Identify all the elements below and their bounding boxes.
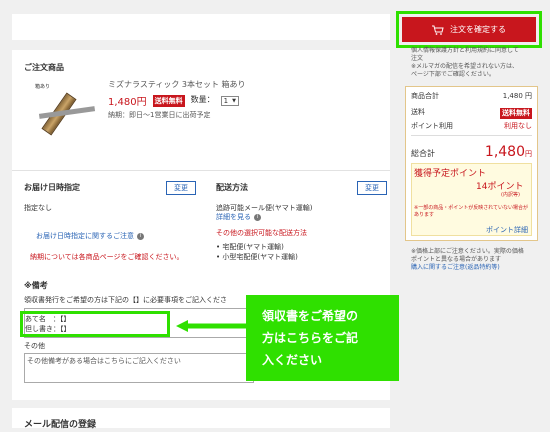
points-title: 獲得予定ポイント [414,169,487,179]
price-row: 1,480円 送料無料 数量： 1 ▼ [108,93,239,108]
delivery-date-note: 納期については各商品ページをご確認ください。 [30,253,184,261]
remarks-instruction: 領収書発行をご希望の方は下記の【】に必要事項をご記入くださ [24,296,227,304]
confirm-order-label: 注文を確定する [450,25,506,34]
callout-arrow [176,317,246,332]
shipping-details-text: 詳細を見る [216,213,251,221]
notice-line: 個人情報保護方針と利用規約に同意して [411,47,519,54]
info-icon: i [137,233,144,241]
other-remarks-textarea[interactable]: その他備考がある場合はこちらにご記入ください [24,353,254,383]
divider [12,170,390,171]
shipping-option-label: 小型宅配便(ヤマト運輸) [222,253,298,261]
shipping-option: • 宅配便(ヤマト運輸) [216,243,284,251]
shipping-option-label: 宅配便(ヤマト運輸) [222,243,284,251]
purchase-notice-link[interactable]: 購入に関するご注意(返品特約等) [411,264,546,272]
callout-line: 入ください [262,353,323,367]
shipping-details-link[interactable]: 詳細を見る i [216,213,261,222]
shipping-option: • 小型宅配便(ヤマト運輸) [216,253,298,261]
notice-text: 個人情報保護方針と利用規約に同意して 注文 ※メルマガの配信を希望されない方は、… [411,47,541,79]
shipping-other-title: その他の選択可能な配送方法 [216,229,307,237]
delivery-note: 納期：即日〜1営業日に出荷予定 [108,111,211,119]
notice-line: ページ下部でご確認ください。 [411,71,495,79]
shipping-change-button[interactable]: 変更 [357,181,387,195]
summary-row-points: ポイント利用 利用なし [411,122,532,131]
summary-divider [411,135,532,136]
delivery-date-info-link[interactable]: お届け日時指定に関するご注意 i [36,232,144,241]
footer-note-line: ※価格上部にご注意ください。実際の価格 [411,248,524,255]
qty-value: 1 [223,96,229,105]
callout-line: 方はこちらをご記 [262,331,359,345]
free-shipping-badge: 送料無料 [152,94,185,107]
delivery-date-change-button[interactable]: 変更 [166,181,196,195]
summary-label: 送料 [411,108,425,116]
summary-row-subtotal: 商品合計 1,480 円 [411,92,532,101]
notice-line: 注文 [411,55,424,63]
product-thumb-label: 箱あり [35,84,51,90]
order-items-title: ご注文商品 [24,63,64,72]
shipping-title: 配送方法 [216,183,248,192]
bottom-card: メール配信の登録 [12,408,390,430]
cart-icon [432,25,444,35]
shipping-method: 追跡可能メール便(ヤマト運輸) [216,204,313,212]
bottom-card-title: メール配信の登録 [24,420,97,430]
product-name[interactable]: ミズナラスティック 3本セット 箱あり [108,80,246,90]
qty-label: 数量： [190,95,215,105]
delivery-date-info-text: お届け日時指定に関するご注意 [36,232,134,240]
total-value: 1,480 [484,144,525,160]
other-label: その他 [24,342,45,350]
total-value-wrap: 1,480円 [485,141,532,160]
top-card [12,14,390,40]
callout-line: 領収書をご希望の [262,309,359,323]
arrow-left-icon [176,320,246,332]
delivery-date-title: お届け日時指定 [24,183,80,192]
price-footer-note: ※価格上部にご注意ください。実際の価格 ポイントと異なる場合があります 購入に関… [411,248,546,272]
delivery-date-value: 指定なし [24,204,52,212]
product-thumbnail: 箱あり [35,84,97,136]
total-label: 総合計 [411,149,435,158]
summary-label: ポイント利用 [411,122,453,130]
summary-label: 商品合計 [411,92,439,100]
points-sub: (内訳等) [501,192,520,198]
footer-note-line: ポイントと異なる場合があります [411,256,502,264]
product-price: 1,480円 [108,97,147,108]
receipt-line-name: あて名 ：【】 [25,315,71,323]
free-shipping-badge: 送料無料 [500,108,532,120]
receipt-line-note: 但し書き：【】 [25,325,71,333]
receipt-callout: 領収書をご希望の 方はこちらをご記 入ください [246,295,399,381]
summary-value: 利用なし [504,122,532,130]
summary-row-shipping: 送料 送料無料 [411,108,532,120]
remarks-title: ※備考 [24,281,48,290]
info-icon: i [254,214,261,222]
points-note: ※一部の商品・ポイントが反映されていない場合があります [414,205,529,218]
summary-total-row: 総合計 1,480円 [411,141,532,160]
chevron-down-icon: ▼ [232,97,236,104]
total-unit: 円 [525,150,532,158]
summary-value: 1,480 円 [502,92,532,100]
points-detail-link[interactable]: ポイント詳細 [486,225,528,235]
other-remarks-placeholder: その他備考がある場合はこちらにご記入ください [27,357,181,365]
confirm-order-button[interactable]: 注文を確定する [402,17,536,42]
qty-select[interactable]: 1 ▼ [220,95,239,106]
